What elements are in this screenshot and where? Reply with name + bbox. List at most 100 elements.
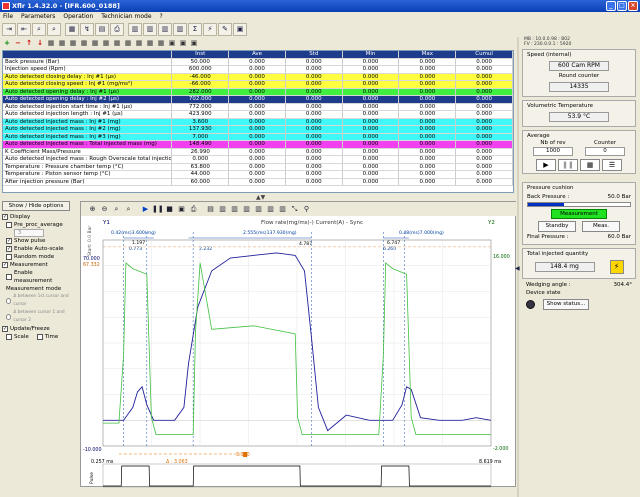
- meas-button[interactable]: Meas.: [582, 221, 620, 232]
- grid-header-min[interactable]: Min: [343, 51, 400, 58]
- maximize-button[interactable]: □: [617, 1, 627, 11]
- measurement-checkbox[interactable]: ✓: [2, 262, 8, 268]
- grid-icon-10[interactable]: ▦: [145, 39, 155, 48]
- splitter-arrows-icon[interactable]: ▲▼: [256, 194, 265, 201]
- grid-header-max[interactable]: Max: [399, 51, 457, 58]
- collapse-arrow-icon[interactable]: ◀: [515, 265, 520, 272]
- chart8-icon[interactable]: ⤡: [289, 204, 300, 215]
- table-row[interactable]: Back pressure (Bar) 50.000 0.000 0.000 0.000…: [3, 58, 513, 66]
- table-row[interactable]: K Coefficient Mass/Pressure 26.990 0.000 0.…: [3, 148, 513, 156]
- zoom-out-icon[interactable]: ⊖: [99, 204, 110, 215]
- grid-icon-6[interactable]: ▦: [101, 39, 111, 48]
- play-icon[interactable]: ▶: [140, 204, 151, 215]
- grid-header-ave[interactable]: Ave: [229, 51, 286, 58]
- show-status-button[interactable]: Show status...: [543, 299, 589, 310]
- add-row-icon[interactable]: +: [2, 39, 12, 48]
- grid-icon-8[interactable]: ▦: [123, 39, 133, 48]
- print-icon[interactable]: ⎙: [110, 22, 124, 36]
- stop-icon[interactable]: ■: [164, 204, 175, 215]
- table-row[interactable]: Auto detected injected mass : Inj #2 (mg…: [3, 126, 513, 134]
- close-button[interactable]: ×: [628, 1, 638, 11]
- menu-help[interactable]: ?: [160, 12, 163, 21]
- chart7-icon[interactable]: ▥: [277, 204, 288, 215]
- menu-technician-mode[interactable]: Technician mode: [101, 12, 151, 21]
- table-row[interactable]: Auto detected opening delay : Inj #2 (µs…: [3, 96, 513, 104]
- chart3-icon[interactable]: ▥: [229, 204, 240, 215]
- table-row[interactable]: Temperature : Pressure chamber temp (°C)…: [3, 163, 513, 171]
- chart2-icon[interactable]: ▥: [217, 204, 228, 215]
- grid-icon-11[interactable]: ▦: [156, 39, 166, 48]
- flow-rate-chart[interactable]: Flow rate(mg/ms)-) Current(A) - Sync Y1 …: [81, 216, 517, 488]
- enable-measurement-checkbox[interactable]: [6, 274, 12, 280]
- table-row[interactable]: Auto detected opening delay : Inj #1 (µs…: [3, 88, 513, 96]
- table-row[interactable]: Auto detected closing delay : Inj #1 (µs…: [3, 73, 513, 81]
- avg-grid-button[interactable]: ▦: [580, 159, 600, 171]
- grid-icon-1[interactable]: ▦: [46, 39, 56, 48]
- mode2-radio[interactable]: [6, 314, 12, 320]
- table-row[interactable]: Auto detected injected mass : Rough Over…: [3, 156, 513, 164]
- grid-icon-4[interactable]: ▦: [79, 39, 89, 48]
- chart4-icon[interactable]: ▥: [241, 204, 252, 215]
- pause-icon[interactable]: ❚❚: [152, 204, 164, 215]
- zoom-in-icon[interactable]: ⊕: [87, 204, 98, 215]
- move-up-icon[interactable]: ↑: [24, 39, 34, 48]
- chart1-icon[interactable]: ▤: [205, 204, 216, 215]
- graph-icon[interactable]: ↯: [80, 22, 94, 36]
- stats-icon[interactable]: Σ: [188, 22, 202, 36]
- measurement-button[interactable]: Measurement: [551, 209, 607, 219]
- show-hide-options-button[interactable]: Show / Hide options: [2, 201, 70, 211]
- table-row[interactable]: Auto detected injected mass : Inj #3 (mg…: [3, 133, 513, 141]
- grid-icon-13[interactable]: ▣: [178, 39, 188, 48]
- mode1-radio[interactable]: [6, 298, 12, 304]
- grid-header-name[interactable]: [3, 51, 173, 58]
- save-icon[interactable]: ▣: [233, 22, 247, 36]
- grid-icon-9[interactable]: ▦: [134, 39, 144, 48]
- zoom-out-icon[interactable]: ⌕: [47, 22, 61, 36]
- table4-icon[interactable]: ▥: [173, 22, 187, 36]
- open-icon[interactable]: ▤: [95, 22, 109, 36]
- move-down-icon[interactable]: ↓: [35, 39, 45, 48]
- random-mode-checkbox[interactable]: [6, 254, 12, 260]
- save-plot-icon[interactable]: ▣: [176, 204, 187, 215]
- table-row[interactable]: Auto detected injection start time : Inj…: [3, 103, 513, 111]
- print-plot-icon[interactable]: ⎙: [188, 204, 199, 215]
- calendar-icon[interactable]: ▦: [65, 22, 79, 36]
- table-row[interactable]: Auto detected injection length : Inj #1 …: [3, 111, 513, 119]
- minimize-button[interactable]: _: [606, 1, 616, 11]
- grid-header-inst[interactable]: Inst: [172, 51, 230, 58]
- zoom-area-icon[interactable]: ⌕: [111, 204, 122, 215]
- grid-icon-3[interactable]: ▦: [68, 39, 78, 48]
- chart5-icon[interactable]: ▥: [253, 204, 264, 215]
- grid-icon-5[interactable]: ▦: [90, 39, 100, 48]
- grid-header-cumul[interactable]: Cumul: [456, 51, 513, 58]
- avg-play-button[interactable]: ▶: [536, 159, 556, 171]
- time-checkbox[interactable]: [36, 334, 43, 340]
- pre-proc-spinner[interactable]: 3: [14, 229, 44, 237]
- table-row[interactable]: Auto detected injected mass : Total inje…: [3, 141, 513, 149]
- standby-button[interactable]: Standby: [538, 221, 576, 232]
- autoscale-checkbox[interactable]: ✓: [6, 246, 12, 252]
- zoom-icon[interactable]: ⌕: [32, 22, 46, 36]
- grid-icon-7[interactable]: ▦: [112, 39, 122, 48]
- avg-list-button[interactable]: ☰: [602, 159, 622, 171]
- arrows-out-icon[interactable]: ⇤: [17, 22, 31, 36]
- scale-checkbox[interactable]: [6, 334, 12, 340]
- grid-icon-12[interactable]: ▣: [167, 39, 177, 48]
- nb-rev-value[interactable]: 1000: [533, 147, 573, 156]
- remove-row-icon[interactable]: −: [13, 39, 23, 48]
- table-row[interactable]: Auto detected injected mass : Inj #1 (mg…: [3, 118, 513, 126]
- show-pulse-checkbox[interactable]: ✓: [6, 238, 12, 244]
- grid-header-std[interactable]: Std: [286, 51, 343, 58]
- chart9-icon[interactable]: ⚲: [301, 204, 312, 215]
- avg-pause-button[interactable]: ❚❚: [558, 159, 578, 171]
- grid-icon-14[interactable]: ▣: [189, 39, 199, 48]
- display-checkbox[interactable]: ✓: [2, 214, 8, 220]
- zoom-reset-icon[interactable]: ⌕: [123, 204, 134, 215]
- menu-file[interactable]: File: [3, 12, 13, 21]
- table-row[interactable]: Auto detected closing speed : Inj #1 (mg…: [3, 81, 513, 89]
- bolt-button-icon[interactable]: ⚡: [609, 260, 624, 274]
- bolt-icon[interactable]: ⚡: [203, 22, 217, 36]
- arrows-in-icon[interactable]: ⇥: [2, 22, 16, 36]
- table-icon[interactable]: ▥: [128, 22, 142, 36]
- table-row[interactable]: Temperature : Piston sensor temp (°C) 44.…: [3, 171, 513, 179]
